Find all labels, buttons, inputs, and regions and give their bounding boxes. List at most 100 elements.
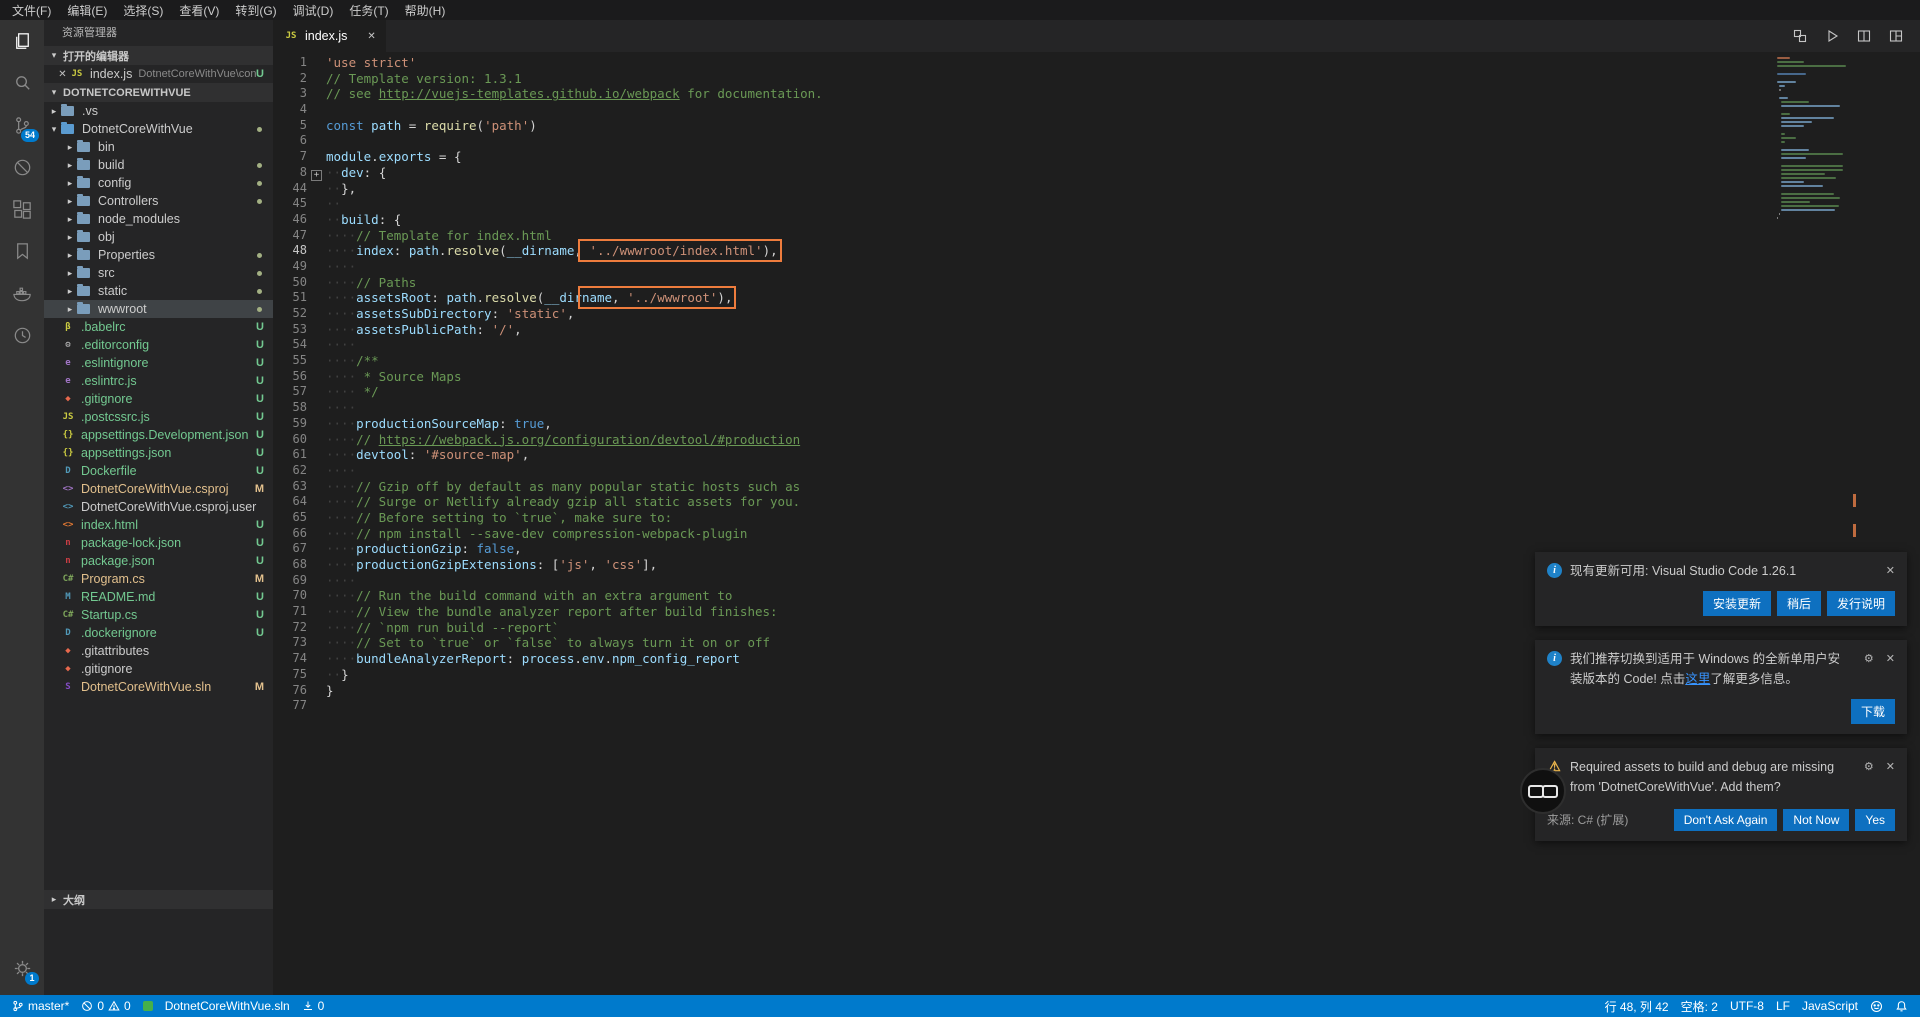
indentation-status[interactable]: 空格: 2	[1675, 995, 1724, 1017]
tree-item[interactable]: D .dockerignore U	[44, 624, 273, 642]
tree-item[interactable]: n package.json U	[44, 552, 273, 570]
install-update-button[interactable]: 安装更新	[1702, 591, 1771, 617]
code-line[interactable]: 6	[273, 133, 1770, 149]
tree-item[interactable]: ◆ .gitignore	[44, 660, 273, 678]
menu-item[interactable]: 选择(S)	[115, 1, 171, 20]
code-line[interactable]: 53 ····assetsPublicPath: '/',	[273, 322, 1770, 338]
code-line[interactable]: 66 ····// npm install --save-dev compress…	[273, 526, 1770, 542]
explorer-icon[interactable]	[0, 20, 44, 62]
code-line[interactable]: 62 ····	[273, 463, 1770, 479]
feedback-smiley-icon[interactable]	[1864, 995, 1889, 1017]
tree-item[interactable]: ▸ .vs	[44, 102, 273, 120]
settings-gear-icon[interactable]: 1	[0, 947, 44, 989]
code-line[interactable]: 61 ····devtool: '#source-map',	[273, 447, 1770, 463]
code-line[interactable]: 59 ····productionSourceMap: true,	[273, 416, 1770, 432]
code-line[interactable]: 50 ····// Paths	[273, 275, 1770, 291]
tree-item[interactable]: {} appsettings.json U	[44, 444, 273, 462]
close-icon[interactable]: ✕	[56, 69, 69, 80]
tree-item[interactable]: ▸ src	[44, 264, 273, 282]
split-editor-icon[interactable]	[1856, 28, 1872, 44]
close-icon[interactable]: ✕	[1886, 564, 1895, 577]
code-line[interactable]: 54 ····	[273, 337, 1770, 353]
menu-item[interactable]: 文件(F)	[4, 1, 59, 20]
code-line[interactable]: 52 ····assetsSubDirectory: 'static',	[273, 306, 1770, 322]
menu-item[interactable]: 查看(V)	[171, 1, 227, 20]
source-control-icon[interactable]: 54	[0, 104, 44, 146]
code-line[interactable]: 1 'use strict'	[273, 55, 1770, 71]
open-editor-item[interactable]: ✕ JS index.js DotnetCoreWithVue\con... U	[44, 65, 273, 83]
menu-item[interactable]: 编辑(E)	[59, 1, 115, 20]
tree-item[interactable]: M README.md U	[44, 588, 273, 606]
code-line[interactable]: 3 // see http://vuejs-templates.github.io…	[273, 86, 1770, 102]
language-mode[interactable]: JavaScript	[1796, 995, 1864, 1017]
code-line[interactable]: 46 ··build: {	[273, 212, 1770, 228]
tree-item[interactable]: β .babelrc U	[44, 318, 273, 336]
tree-item[interactable]: C# Startup.cs U	[44, 606, 273, 624]
code-line[interactable]: 5 const path = require('path')	[273, 118, 1770, 134]
code-line[interactable]: 2 // Template version: 1.3.1	[273, 71, 1770, 87]
tree-item[interactable]: ▸ config	[44, 174, 273, 192]
later-button[interactable]: 稍后	[1776, 591, 1821, 617]
tree-item[interactable]: ▸ Properties	[44, 246, 273, 264]
dont-ask-again-button[interactable]: Don't Ask Again	[1673, 808, 1778, 831]
tree-item[interactable]: ⚙ .editorconfig U	[44, 336, 273, 354]
here-link[interactable]: 这里	[1685, 672, 1710, 686]
history-icon[interactable]	[0, 314, 44, 356]
code-line[interactable]: 8 + ··dev: {	[273, 165, 1770, 181]
bookmarks-icon[interactable]	[0, 230, 44, 272]
code-line[interactable]: 60 ····// https://webpack.js.org/configur…	[273, 432, 1770, 448]
code-line[interactable]: 57 ···· */	[273, 384, 1770, 400]
code-line[interactable]: 7 module.exports = {	[273, 149, 1770, 165]
run-icon[interactable]	[1824, 28, 1840, 44]
tree-item[interactable]: <> DotnetCoreWithVue.csproj M	[44, 480, 273, 498]
tree-item[interactable]: <> index.html U	[44, 516, 273, 534]
tab-indexjs[interactable]: JS index.js ✕	[273, 20, 386, 52]
code-line[interactable]: 45 ··	[273, 196, 1770, 212]
tree-item[interactable]: ▸ obj	[44, 228, 273, 246]
layout-icon[interactable]	[1888, 28, 1904, 44]
fold-expand-icon[interactable]: +	[311, 169, 322, 181]
close-icon[interactable]: ✕	[1886, 652, 1895, 665]
gear-icon[interactable]: ⚙	[1864, 760, 1874, 773]
tree-item[interactable]: ▾ DotnetCoreWithVue	[44, 120, 273, 138]
solution-selector[interactable]: DotnetCoreWithVue.sln	[159, 995, 296, 1017]
tree-item[interactable]: ▸ bin	[44, 138, 273, 156]
code-line[interactable]: 58 ····	[273, 400, 1770, 416]
menu-item[interactable]: 转到(G)	[227, 1, 284, 20]
debug-icon[interactable]	[0, 146, 44, 188]
yes-button[interactable]: Yes	[1855, 808, 1895, 831]
root-folder-header[interactable]: ▾ DOTNETCOREWITHVUE	[44, 83, 273, 102]
tree-item[interactable]: n package-lock.json U	[44, 534, 273, 552]
download-button[interactable]: 下载	[1850, 699, 1895, 725]
tree-item[interactable]: C# Program.cs M	[44, 570, 273, 588]
cursor-position[interactable]: 行 48, 列 42	[1599, 995, 1675, 1017]
code-line[interactable]: 55 ····/**	[273, 353, 1770, 369]
tree-item[interactable]: ▸ wwwroot	[44, 300, 273, 318]
tree-item[interactable]: {} appsettings.Development.json U	[44, 426, 273, 444]
menu-item[interactable]: 调试(D)	[285, 1, 342, 20]
release-notes-button[interactable]: 发行说明	[1826, 591, 1895, 617]
tree-item[interactable]: ▸ Controllers	[44, 192, 273, 210]
extensions-icon[interactable]	[0, 188, 44, 230]
tree-item[interactable]: JS .postcssrc.js U	[44, 408, 273, 426]
code-line[interactable]: 56 ···· * Source Maps	[273, 369, 1770, 385]
encoding-status[interactable]: UTF-8	[1724, 995, 1770, 1017]
search-icon[interactable]	[0, 62, 44, 104]
code-editor[interactable]: 1 'use strict' 2 // Template version: 1.3.1…	[273, 52, 1770, 995]
docker-icon[interactable]	[0, 272, 44, 314]
git-branch-status[interactable]: master*	[6, 995, 75, 1017]
menu-item[interactable]: 任务(T)	[341, 1, 396, 20]
open-editors-header[interactable]: ▾ 打开的编辑器	[44, 46, 273, 65]
code-line[interactable]: 51 ····assetsRoot: path.resolve(__dirname…	[273, 286, 1770, 310]
gear-icon[interactable]: ⚙	[1864, 652, 1874, 665]
open-changes-icon[interactable]	[1792, 28, 1808, 44]
code-line[interactable]: 63 ····// Gzip off by default as many pop…	[273, 479, 1770, 495]
tree-item[interactable]: ◆ .gitattributes	[44, 642, 273, 660]
code-line[interactable]: 64 ····// Surge or Netlify already gzip a…	[273, 494, 1770, 510]
notifications-bell-icon[interactable]	[1889, 995, 1914, 1017]
code-line[interactable]: 47 ····// Template for index.html	[273, 228, 1770, 244]
extension-status-icon[interactable]	[137, 995, 159, 1017]
code-line[interactable]: 49 ····	[273, 259, 1770, 275]
minimap[interactable]	[1770, 52, 1920, 995]
outline-header[interactable]: ▸ 大纲	[44, 890, 273, 909]
